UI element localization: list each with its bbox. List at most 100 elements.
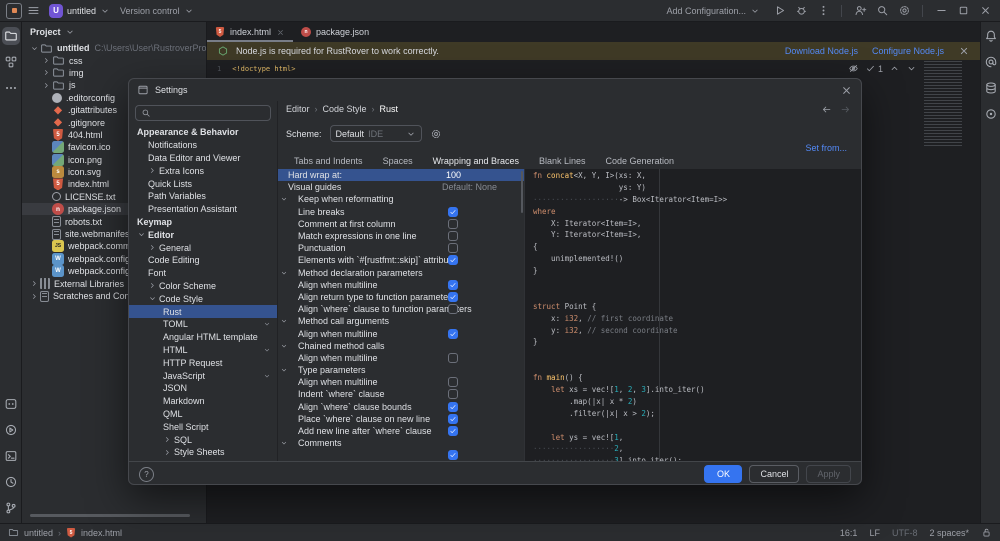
settings-nav-item-editor[interactable]: Editor — [129, 228, 277, 241]
scheme-select[interactable]: Default IDE — [329, 125, 422, 142]
ok-button[interactable]: OK — [704, 465, 743, 483]
vcs-widget[interactable]: Version control — [115, 2, 199, 20]
play-button[interactable] — [768, 2, 790, 20]
set-from-link[interactable]: Set from... — [805, 143, 847, 153]
run-button[interactable] — [2, 421, 20, 439]
options-scrollbar[interactable] — [521, 171, 523, 213]
chevron-down-icon[interactable] — [280, 342, 288, 350]
chevron-down-icon[interactable] — [280, 317, 288, 325]
structure-button[interactable] — [2, 53, 20, 71]
option-row[interactable]: Chained method calls — [278, 340, 524, 352]
option-checkbox[interactable] — [448, 304, 458, 315]
help-button[interactable]: ? — [139, 466, 154, 482]
terminal-button[interactable] — [2, 447, 20, 465]
option-row[interactable]: Align `where` clause bounds — [278, 401, 524, 413]
option-row[interactable]: Type parameters — [278, 364, 524, 376]
option-checkbox[interactable] — [448, 426, 458, 437]
option-row[interactable]: Punctuation — [278, 242, 524, 254]
close-button[interactable] — [974, 2, 996, 20]
option-checkbox[interactable] — [448, 243, 458, 254]
ai-assistant-button[interactable] — [982, 53, 1000, 71]
option-row[interactable]: Hard wrap at: 100 — [278, 169, 524, 182]
breadcrumb-code-style[interactable]: Code Style — [323, 104, 367, 114]
kebab-button[interactable] — [812, 2, 834, 20]
settings-search-input[interactable] — [135, 105, 271, 121]
editor-minimap[interactable] — [924, 61, 976, 147]
run-configuration-selector[interactable]: Add Configuration... — [660, 6, 766, 16]
settings-nav-item-font[interactable]: Font — [129, 267, 277, 280]
option-row[interactable]: Match expressions in one line — [278, 230, 524, 242]
debug-button[interactable] — [790, 2, 812, 20]
settings-nav-item-code-editing[interactable]: Code Editing — [129, 254, 277, 267]
option-row[interactable]: Visual guides Default: None — [278, 181, 524, 193]
option-row[interactable]: Align when multiline — [278, 327, 524, 339]
status-file[interactable]: index.html — [81, 528, 122, 538]
settings-nav-item-style-sheets[interactable]: Style Sheets — [129, 446, 277, 459]
settings-nav-item-http-request[interactable]: HTTP Request — [129, 356, 277, 369]
settings-nav-item-quick-lists[interactable]: Quick Lists — [129, 177, 277, 190]
services-button[interactable] — [2, 395, 20, 413]
option-row[interactable]: Align when multiline — [278, 376, 524, 388]
back-icon[interactable] — [821, 104, 832, 115]
option-checkbox[interactable] — [448, 450, 458, 461]
settings-nav-item-json[interactable]: JSON — [129, 382, 277, 395]
minimize-button[interactable] — [930, 2, 952, 20]
project-panel-header[interactable]: Project — [22, 22, 206, 42]
vcs-branch-button[interactable] — [2, 499, 20, 517]
option-row[interactable]: Keep when reformatting — [278, 193, 524, 205]
settings-nav-item-appearance-behavior[interactable]: Appearance & Behavior — [129, 126, 277, 139]
chevron-down-icon[interactable] — [280, 269, 288, 277]
build-tool-button[interactable] — [982, 105, 1000, 123]
editor-tab-index.html[interactable]: 5 index.html — [207, 22, 294, 42]
settings-nav-item-data-editor-and-viewer[interactable]: Data Editor and Viewer — [129, 152, 277, 165]
status-widget[interactable]: 16:1 — [840, 528, 858, 538]
option-checkbox[interactable] — [448, 206, 458, 217]
settings-nav-item-color-scheme[interactable]: Color Scheme — [129, 280, 277, 293]
settings-nav-item-javascript[interactable]: JavaScript — [129, 369, 277, 382]
settings-nav-item-extra-icons[interactable]: Extra Icons — [129, 164, 277, 177]
settings-close-button[interactable] — [835, 81, 857, 99]
tree-item[interactable]: css — [22, 54, 206, 66]
option-checkbox[interactable] — [448, 401, 458, 412]
database-button[interactable] — [982, 79, 1000, 97]
settings-nav-item-general[interactable]: General — [129, 241, 277, 254]
download-node-js-link[interactable]: Download Node.js — [785, 46, 858, 56]
lock-open-icon[interactable] — [981, 527, 992, 538]
option-row[interactable]: Align when multiline — [278, 352, 524, 364]
breadcrumb-editor[interactable]: Editor — [286, 104, 310, 114]
option-row[interactable]: Comments — [278, 437, 524, 449]
option-row[interactable]: Add new line after `where` clause — [278, 425, 524, 437]
inspection-count-widget[interactable]: 1 — [865, 63, 883, 74]
more-button[interactable] — [2, 79, 20, 97]
settings-nav-item-presentation-assistant[interactable]: Presentation Assistant — [129, 203, 277, 216]
option-row[interactable]: Align `where` clause to function paramet… — [278, 303, 524, 315]
chevron-up-icon[interactable] — [889, 63, 900, 74]
option-checkbox[interactable] — [448, 377, 458, 388]
settings-nav-item-rust[interactable]: Rust — [129, 305, 277, 318]
settings-nav-item-angular-html-template[interactable]: Angular HTML template — [129, 331, 277, 344]
user-plus-button[interactable] — [849, 2, 871, 20]
configure-node-js-link[interactable]: Configure Node.js — [872, 46, 944, 56]
status-widget[interactable]: 2 spaces* — [929, 528, 969, 538]
project-panel-hscrollbar[interactable] — [30, 514, 190, 517]
option-checkbox[interactable] — [448, 231, 458, 242]
option-checkbox[interactable] — [448, 389, 458, 400]
project-folder-button[interactable] — [1, 27, 20, 45]
option-value[interactable]: 100 — [446, 170, 461, 180]
option-row[interactable]: Comment at first column — [278, 218, 524, 230]
settings-nav-item-notifications[interactable]: Notifications — [129, 139, 277, 152]
settings-nav-item-qml[interactable]: QML — [129, 408, 277, 421]
chevron-down-icon[interactable] — [906, 63, 917, 74]
scheme-gear-icon[interactable] — [430, 128, 442, 140]
project-widget[interactable]: U untitled — [44, 2, 115, 20]
option-checkbox[interactable] — [448, 328, 458, 339]
option-checkbox[interactable] — [448, 413, 458, 424]
option-row[interactable]: Line breaks — [278, 206, 524, 218]
settings-nav-item-keymap[interactable]: Keymap — [129, 216, 277, 229]
option-checkbox[interactable] — [448, 218, 458, 229]
option-row[interactable] — [278, 449, 524, 461]
maximize-button[interactable] — [952, 2, 974, 20]
settings-nav-item-toml[interactable]: TOML — [129, 318, 277, 331]
status-project[interactable]: untitled — [24, 528, 53, 538]
option-checkbox[interactable] — [448, 352, 458, 363]
